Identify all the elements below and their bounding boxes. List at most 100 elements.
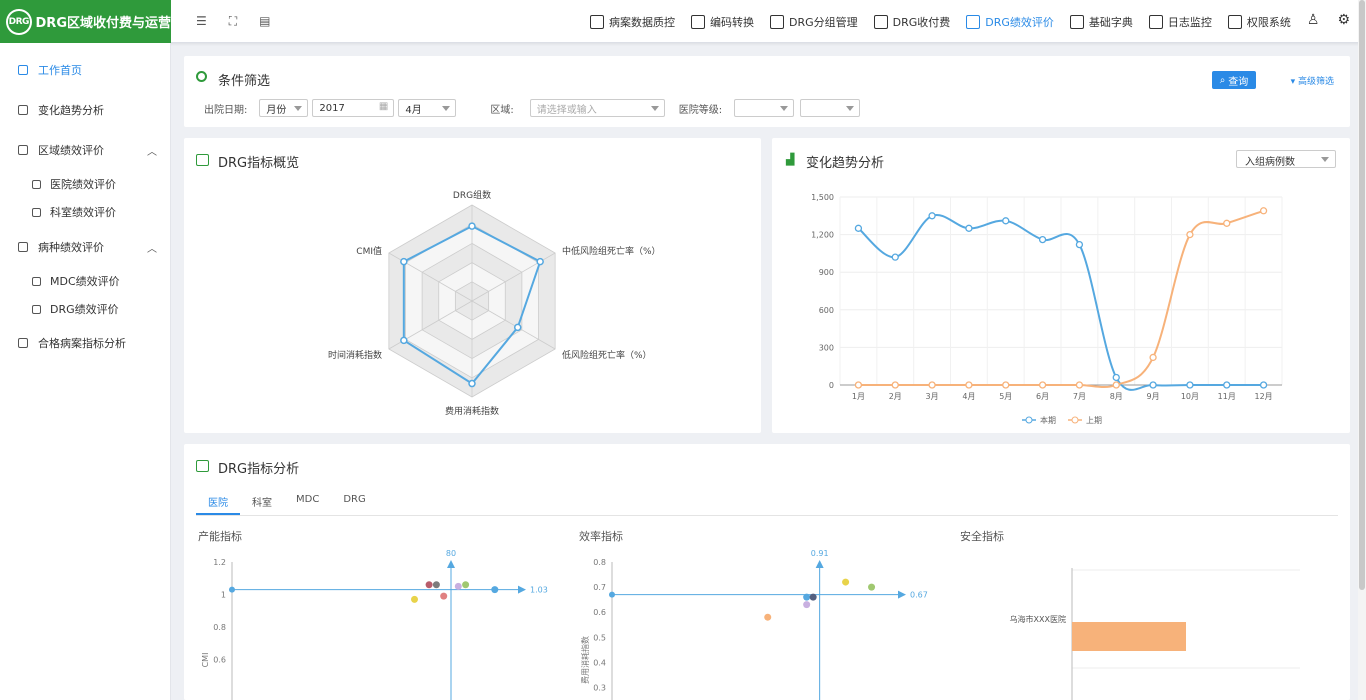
category-label: 乌海市XXX医院 (1010, 614, 1066, 624)
user-icon[interactable]: ♙ (1307, 12, 1320, 28)
period-select[interactable]: 月份 (259, 99, 309, 117)
series-point[interactable] (891, 253, 899, 261)
reference-x-label: 0.91 (811, 550, 829, 558)
y-tick-label: 0.6 (593, 608, 606, 617)
radar-point[interactable] (536, 257, 544, 266)
level-select-1[interactable] (734, 99, 795, 117)
tab-0[interactable]: 医院 (196, 490, 240, 515)
analysis-title: DRG指标分析 (218, 462, 300, 477)
nav-item-3[interactable]: DRG收付费 (873, 14, 950, 30)
menu-item-icon (32, 179, 41, 189)
sidebar-item-2[interactable]: 区域绩效评价 ︿ (0, 140, 171, 160)
radar-point[interactable] (400, 257, 408, 266)
radar-point[interactable] (468, 379, 476, 388)
scatter-point[interactable] (440, 592, 448, 600)
nav-item-4[interactable]: DRG绩效评价 (966, 14, 1054, 30)
sidebar-item-8[interactable]: 合格病案指标分析 (0, 333, 171, 353)
scrollbar[interactable] (1358, 0, 1366, 700)
series-point[interactable] (1259, 207, 1268, 215)
advanced-label: 高级筛选 (1297, 77, 1334, 87)
series-point[interactable] (1038, 381, 1047, 389)
series-point[interactable] (1002, 381, 1010, 389)
region-label: 区域: (490, 104, 514, 116)
series-point[interactable] (1149, 381, 1157, 389)
nav-item-0[interactable]: 病案数据质控 (590, 14, 675, 30)
scatter-point[interactable] (809, 593, 817, 601)
radar-point[interactable] (468, 222, 476, 230)
scrollbar-thumb[interactable] (1359, 0, 1365, 590)
radar-point[interactable] (513, 323, 522, 332)
radar-axis-label: 低风险组死亡率（%） (562, 349, 652, 361)
series-point[interactable] (1259, 381, 1268, 389)
sidebar-item-6[interactable]: MDC绩效评价 (0, 271, 171, 291)
sidebar-item-4[interactable]: 科室绩效评价 (0, 202, 171, 222)
gear-icon[interactable]: ⚙ (1337, 12, 1350, 28)
month-select[interactable]: 4月 (398, 99, 457, 117)
series-point[interactable] (1075, 381, 1084, 389)
nav-item-6[interactable]: 日志监控 (1148, 14, 1212, 30)
nav-item-7[interactable]: 权限系统 (1227, 14, 1291, 30)
series-point[interactable] (965, 381, 973, 389)
series-point[interactable] (1002, 217, 1010, 225)
series-point[interactable] (1186, 230, 1194, 239)
sidebar-item-7[interactable]: DRG绩效评价 (0, 299, 171, 319)
scatter-point[interactable] (411, 595, 418, 603)
nav-item-1[interactable]: 编码转换 (691, 14, 754, 30)
chevron-down-icon (442, 106, 451, 111)
level-select-2[interactable] (800, 99, 861, 117)
series-point[interactable] (1149, 353, 1157, 362)
series-point[interactable] (1112, 373, 1120, 382)
scatter-point[interactable] (491, 586, 499, 594)
series-point[interactable] (928, 212, 936, 220)
scatter-point[interactable] (842, 578, 850, 586)
nav-item-5[interactable]: 基础字典 (1069, 14, 1133, 30)
series-point[interactable] (965, 224, 973, 232)
series-point[interactable] (891, 381, 899, 389)
trend-card: ▟ 变化趋势分析 入组病例数 0 300 600 900 1,200 1,500 1月 2月 3… (772, 138, 1350, 433)
chevron-up-icon[interactable]: ︿ (147, 143, 157, 158)
sidebar-item-1[interactable]: 变化趋势分析 (0, 100, 171, 120)
document-icon[interactable]: ▤ (259, 14, 270, 29)
scatter-point[interactable] (425, 581, 433, 589)
series-point[interactable] (928, 381, 936, 389)
series-point[interactable] (1223, 381, 1231, 389)
radar-point[interactable] (400, 336, 408, 345)
radar-axis-label: CMI值 (356, 245, 382, 257)
y-tick-label: 300 (819, 343, 834, 352)
region-select[interactable]: 请选择或输入 (529, 99, 665, 117)
series-point[interactable] (1075, 240, 1084, 249)
year-picker[interactable]: 2017 ▦ (312, 99, 395, 117)
sidebar-item-3[interactable]: 医院绩效评价 (0, 174, 171, 194)
nav-item-2[interactable]: DRG分组管理 (770, 14, 858, 30)
shield-icon (1227, 14, 1242, 29)
code-icon (691, 14, 705, 29)
series-point[interactable] (1038, 235, 1047, 244)
tab-1[interactable]: 科室 (240, 490, 284, 515)
scatter-point[interactable] (868, 583, 876, 591)
brand[interactable]: DRG DRG区域收付费与运营 (0, 0, 171, 43)
scatter-point[interactable] (462, 581, 470, 589)
radar-chart: DRG组数中低风险组死亡率（%） 低风险组死亡率（%） 费用消耗指数 时间消耗指数 CM… (328, 189, 661, 417)
series-point[interactable] (854, 381, 863, 389)
sidebar-item-5[interactable]: 病种绩效评价 ︿ (0, 237, 171, 257)
scatter-point[interactable] (432, 581, 440, 589)
scatter-point[interactable] (454, 582, 462, 590)
advanced-filter-link[interactable]: ▾ 高级筛选 (1291, 74, 1334, 87)
scatter-point[interactable] (764, 613, 772, 621)
fullscreen-icon[interactable]: ⛶ (229, 14, 237, 29)
sidebar-item-0[interactable]: 工作首页 (0, 60, 171, 80)
chevron-up-icon[interactable]: ︿ (147, 240, 157, 255)
series-point[interactable] (1112, 381, 1120, 389)
bar[interactable] (1072, 622, 1186, 651)
series-point[interactable] (1223, 219, 1231, 227)
tab-2[interactable]: MDC (284, 490, 331, 515)
y-tick-label: 0.5 (593, 633, 606, 642)
query-button[interactable]: ⌕ 查询 (1212, 71, 1256, 89)
series-point[interactable] (854, 224, 863, 232)
series-point[interactable] (1186, 381, 1194, 389)
tab-3[interactable]: DRG (331, 490, 377, 515)
menu-icon[interactable]: ☰ (196, 14, 207, 29)
scatter-point[interactable] (803, 593, 811, 601)
menu-item-icon (18, 105, 28, 115)
scatter-point[interactable] (803, 601, 811, 609)
